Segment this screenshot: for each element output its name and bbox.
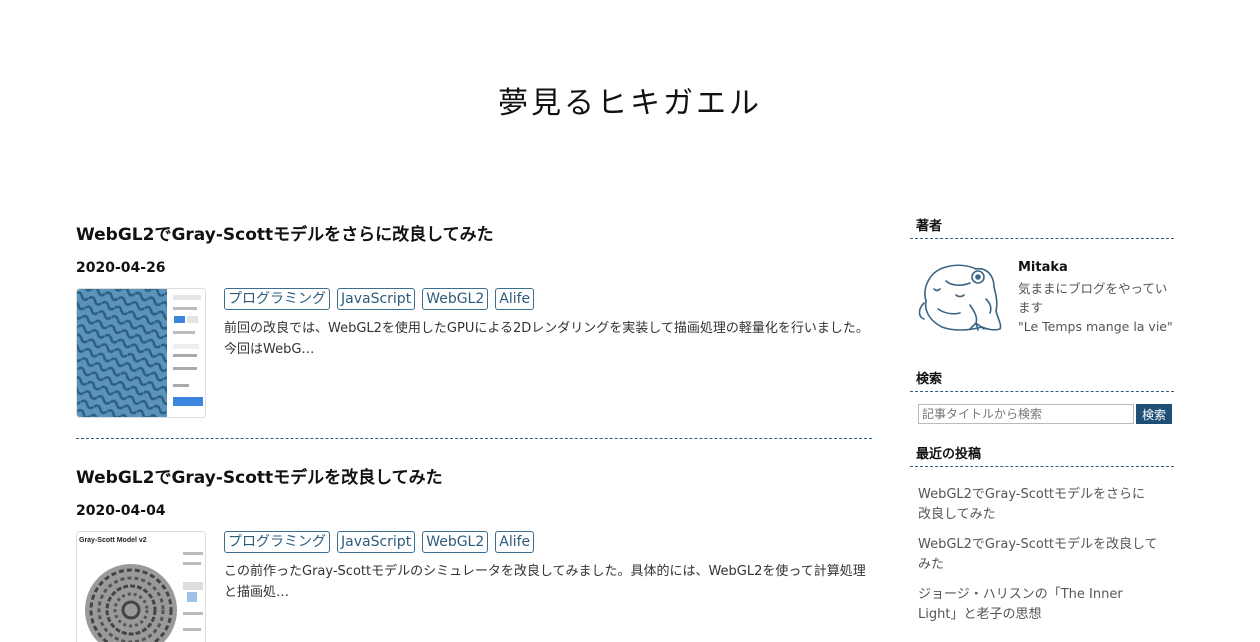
author-name: Mitaka: [1018, 260, 1068, 275]
author-quote: "Le Temps mange la vie": [1018, 319, 1173, 334]
search-section: 検索 検索: [910, 365, 1174, 424]
page: 夢見るヒキガエル WebGL2でGray-Scottモデルをさらに改良してみた …: [0, 0, 1260, 642]
thumbnail-label: Gray-Scott Model v2: [79, 537, 147, 544]
post-separator: [76, 438, 872, 439]
tag-programming[interactable]: プログラミング: [224, 288, 330, 310]
post-excerpt: 前回の改良では、WebGL2を使用したGPUによる2Dレンダリングを実装して描画…: [224, 321, 869, 357]
tag-alife[interactable]: Alife: [495, 531, 535, 553]
recent-heading: 最近の投稿: [910, 440, 1174, 467]
post-title[interactable]: WebGL2でGray-Scottモデルを改良してみた: [76, 465, 872, 491]
tag-webgl2[interactable]: WebGL2: [422, 531, 489, 553]
recent-posts-list: WebGL2でGray-Scottモデルをさらに改良してみた WebGL2でGr…: [910, 485, 1174, 625]
sidebar: 著者 Mitaka 気ままにブログをやっています "Le Temps mange…: [910, 212, 1174, 635]
search-input[interactable]: [918, 404, 1134, 424]
search-form: 検索: [918, 404, 1174, 424]
post-excerpt: この前作ったGray-Scottモデルのシミュレータを改良してみました。具体的に…: [224, 564, 866, 600]
author-profile: Mitaka 気ままにブログをやっています "Le Temps mange la…: [910, 259, 1174, 339]
post-body: プログラミング JavaScript WebGL2 Alife 前回の改良では、…: [76, 288, 872, 418]
post-title[interactable]: WebGL2でGray-Scottモデルをさらに改良してみた: [76, 222, 872, 248]
post-body: Gray-Scott Model v2 プログラミング JavaScript W…: [76, 531, 872, 642]
tag-webgl2[interactable]: WebGL2: [422, 288, 489, 310]
post-thumbnail[interactable]: Gray-Scott Model v2: [76, 531, 206, 642]
tag-programming[interactable]: プログラミング: [224, 531, 330, 553]
post-content: プログラミング JavaScript WebGL2 Alife 前回の改良では、…: [224, 288, 872, 418]
recent-posts-section: 最近の投稿 WebGL2でGray-Scottモデルをさらに改良してみた Web…: [910, 440, 1174, 625]
post-card: WebGL2でGray-Scottモデルを改良してみた 2020-04-04 G…: [76, 465, 872, 642]
tag-alife[interactable]: Alife: [495, 288, 535, 310]
post-list: WebGL2でGray-Scottモデルをさらに改良してみた 2020-04-2…: [76, 222, 872, 642]
tag-list: プログラミング JavaScript WebGL2 Alife: [224, 288, 872, 310]
author-heading: 著者: [910, 212, 1174, 239]
site-title[interactable]: 夢見るヒキガエル: [0, 78, 1260, 122]
recent-post-link[interactable]: WebGL2でGray-Scottモデルを改良してみた: [918, 535, 1158, 575]
pattern-area: [77, 289, 167, 417]
author-description: 気ままにブログをやっています: [1018, 281, 1168, 315]
tag-javascript[interactable]: JavaScript: [337, 531, 416, 553]
post-card: WebGL2でGray-Scottモデルをさらに改良してみた 2020-04-2…: [76, 222, 872, 418]
tag-javascript[interactable]: JavaScript: [337, 288, 416, 310]
thumbnail-image: Gray-Scott Model v2: [77, 532, 205, 642]
thumbnail-image: [77, 289, 205, 417]
post-date: 2020-04-04: [76, 503, 166, 519]
recent-post-link[interactable]: WebGL2でGray-Scottモデルをさらに改良してみた: [918, 485, 1158, 525]
recent-post-link[interactable]: ジョージ・ハリスンの「The Inner Light」と老子の思想: [918, 585, 1158, 625]
post-thumbnail[interactable]: [76, 288, 206, 418]
tag-list: プログラミング JavaScript WebGL2 Alife: [224, 531, 872, 553]
post-content: プログラミング JavaScript WebGL2 Alife この前作ったGr…: [224, 531, 872, 642]
search-button[interactable]: 検索: [1136, 404, 1173, 424]
author-info: Mitaka 気ままにブログをやっています "Le Temps mange la…: [1018, 259, 1174, 339]
search-heading: 検索: [910, 365, 1174, 392]
post-date: 2020-04-26: [76, 260, 166, 276]
toad-illustration-icon: [918, 264, 1002, 331]
